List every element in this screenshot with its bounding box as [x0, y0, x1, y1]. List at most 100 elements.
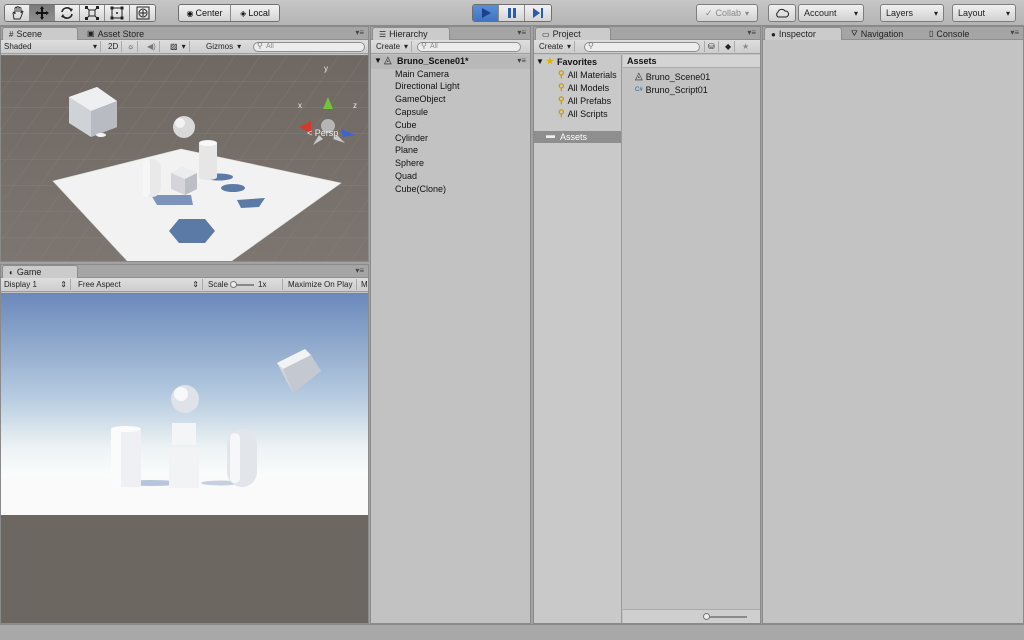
mute-audio-toggle[interactable]: M — [358, 279, 371, 290]
filter-by-label-icon[interactable]: ◆ — [722, 41, 736, 52]
aspect-stepper-icon: ⇕ — [192, 280, 199, 289]
favorites-item[interactable]: ⚲ All Materials — [558, 68, 620, 81]
step-button[interactable] — [525, 5, 551, 21]
project-folder-tree: ▼ ★ Favorites ⚲ All Materials ⚲ All Models ⚲… — [534, 55, 622, 623]
mode-2d-button[interactable]: 2D — [105, 41, 123, 52]
tab-game[interactable]: ◐ Game — [2, 265, 78, 278]
asset-item[interactable]: C# Bruno_Script01 — [635, 83, 708, 96]
scene-search-input[interactable]: All — [253, 42, 365, 52]
asset-store-icon: ▣ — [87, 29, 95, 38]
inspector-panel-menu-icon[interactable]: ▾≡ — [1010, 28, 1019, 37]
favorites-item[interactable]: ⚲ All Scripts — [558, 107, 620, 120]
favorite-star-icon[interactable]: ★ — [739, 41, 752, 52]
assets-header-label[interactable]: Assets — [627, 56, 657, 66]
hierarchy-search-input[interactable]: All — [417, 42, 521, 52]
account-dropdown[interactable]: Account — [798, 4, 864, 22]
favorites-row[interactable]: ▼ ★ Favorites — [536, 55, 597, 68]
tab-asset-store[interactable]: ▣ Asset Store — [81, 27, 150, 40]
persp-toggle[interactable]: < Persp — [307, 128, 338, 138]
space-local-button[interactable]: ◈ Local — [231, 5, 279, 21]
lighting-toggle-icon[interactable]: ☼ — [124, 41, 139, 52]
hierarchy-item[interactable]: Sphere — [395, 157, 424, 170]
game-tabbar: ◐ Game ▾≡ — [1, 265, 368, 278]
assets-folder-row[interactable]: ▬ Assets — [534, 130, 621, 143]
pivot-center-button[interactable]: ◉ Center — [179, 5, 231, 21]
step-icon — [533, 8, 543, 18]
scale-slider-thumb[interactable] — [230, 280, 238, 288]
hierarchy-item[interactable]: Main Camera — [395, 67, 449, 80]
icon-size-slider[interactable] — [705, 616, 747, 618]
hierarchy-item[interactable]: Cylinder — [395, 131, 428, 144]
hierarchy-item[interactable]: Cube(Clone) — [395, 182, 446, 195]
transform-tool-icon[interactable] — [130, 5, 155, 21]
rotate-tool-icon[interactable] — [55, 5, 80, 21]
favorites-expand-arrow-icon[interactable]: ▼ — [536, 57, 544, 66]
hierarchy-tabbar: ☰ Hierarchy ▾≡ — [371, 27, 530, 40]
favorites-item[interactable]: ⚲ All Prefabs — [558, 94, 620, 107]
effects-dropdown[interactable]: ▨ — [167, 41, 190, 52]
hierarchy-item[interactable]: Directional Light — [395, 80, 460, 93]
maximize-on-play-toggle[interactable]: Maximize On Play — [285, 279, 357, 290]
inspector-tab-label: Inspector — [778, 29, 816, 39]
hierarchy-item[interactable]: GameObject — [395, 93, 446, 106]
favorites-label: Favorites — [557, 56, 598, 67]
rect-tool-icon[interactable] — [105, 5, 130, 21]
aspect-dropdown[interactable]: Free Aspect ⇕ — [75, 279, 203, 290]
hierarchy-scene-name: Bruno_Scene01* — [397, 56, 469, 66]
tab-scene[interactable]: # Scene — [2, 27, 78, 40]
game-panel-menu-icon[interactable]: ▾≡ — [355, 266, 364, 275]
audio-toggle-icon[interactable]: ◀) — [144, 41, 160, 52]
effects-image-icon: ▨ — [170, 42, 178, 51]
filter-by-type-icon[interactable]: ⛁ — [704, 41, 719, 52]
game-viewport[interactable] — [1, 293, 368, 623]
hierarchy-panel: ☰ Hierarchy ▾≡ Create All ▼ ◬ Bruno_Scen… — [370, 26, 531, 624]
game-panel: ◐ Game ▾≡ Display 1 ⇕ Free Aspect ⇕ Scal… — [0, 264, 369, 624]
project-panel-menu-icon[interactable]: ▾≡ — [747, 28, 756, 37]
tab-inspector[interactable]: ● Inspector — [764, 27, 842, 40]
scene-tabbar: # Scene ▣ Asset Store ▾≡ — [1, 27, 368, 40]
play-button[interactable] — [473, 5, 499, 21]
hierarchy-create-dropdown[interactable]: Create — [373, 41, 413, 52]
scene-panel: # Scene ▣ Asset Store ▾≡ Shaded 2D ☼ ◀) … — [0, 26, 369, 262]
shading-mode-dropdown[interactable]: Shaded — [1, 41, 101, 52]
collab-dropdown[interactable]: ✓ Collab — [696, 4, 758, 22]
display-dropdown[interactable]: Display 1 ⇕ — [1, 279, 71, 290]
scale-slider-track[interactable] — [230, 280, 255, 288]
tab-hierarchy[interactable]: ☰ Hierarchy — [372, 27, 450, 40]
icon-size-slider-thumb[interactable] — [703, 613, 710, 620]
gizmo-y-label: y — [324, 64, 328, 73]
asset-item[interactable]: ◬ Bruno_Scene01 — [635, 70, 710, 83]
scale-tool-icon[interactable] — [80, 5, 105, 21]
move-tool-icon[interactable] — [30, 5, 55, 21]
pause-button[interactable] — [499, 5, 525, 21]
project-create-label: Create — [539, 42, 564, 51]
hierarchy-item[interactable]: Plane — [395, 144, 418, 157]
layout-dropdown[interactable]: Layout — [952, 4, 1016, 22]
hierarchy-panel-menu-icon[interactable]: ▾≡ — [517, 28, 526, 37]
hierarchy-item[interactable]: Cube — [395, 118, 417, 131]
maximize-label: Maximize On Play — [288, 280, 353, 289]
favorites-item[interactable]: ⚲ All Models — [558, 81, 620, 94]
saved-search-icon: ⚲ — [558, 108, 565, 118]
scene-panel-menu-icon[interactable]: ▾≡ — [355, 28, 364, 37]
tab-console[interactable]: ▯ Console — [923, 27, 975, 40]
hand-tool-icon[interactable] — [5, 5, 30, 21]
hierarchy-item[interactable]: Quad — [395, 169, 417, 182]
scene-viewport[interactable]: y x z < Persp — [1, 55, 368, 261]
layers-dropdown[interactable]: Layers — [880, 4, 944, 22]
hierarchy-item[interactable]: Capsule — [395, 105, 428, 118]
play-icon — [481, 8, 491, 18]
scene-row-menu-icon[interactable]: ▾≡ — [517, 56, 526, 65]
assets-folder-label: Assets — [560, 132, 588, 142]
scale-slider[interactable]: Scale 1x — [205, 279, 283, 290]
gizmos-dropdown[interactable]: Gizmos — [203, 41, 244, 52]
tab-project[interactable]: ▭ Project — [535, 27, 611, 40]
project-search-input[interactable] — [584, 42, 700, 52]
tab-navigation[interactable]: ⛛ Navigation — [845, 27, 909, 40]
game-view-render — [1, 293, 368, 623]
project-create-dropdown[interactable]: Create — [536, 41, 576, 52]
shading-mode-label: Shaded — [4, 42, 32, 51]
scene-expand-arrow-icon[interactable]: ▼ — [374, 56, 382, 65]
cloud-button[interactable] — [768, 4, 796, 22]
favorites-item-label: All Scripts — [567, 108, 608, 119]
